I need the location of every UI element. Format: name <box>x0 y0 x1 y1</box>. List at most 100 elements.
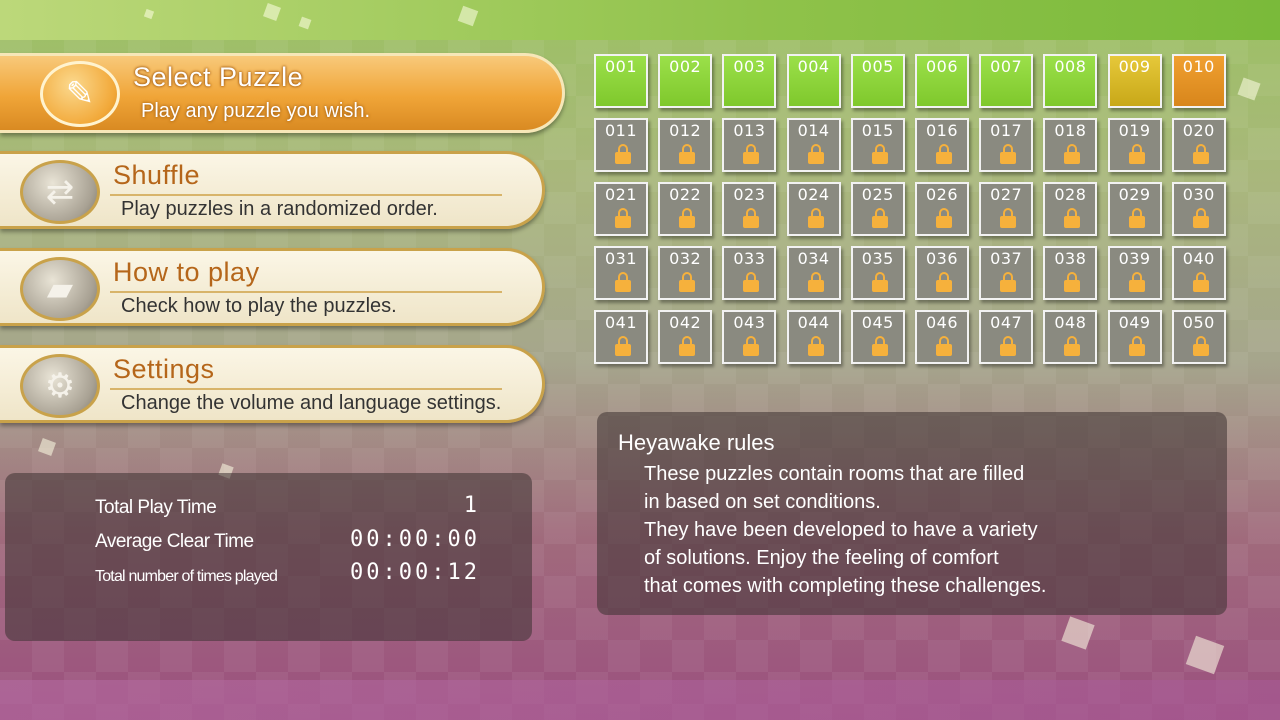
puzzle-number: 002 <box>669 57 702 76</box>
puzzle-tile-012[interactable]: 012 <box>658 118 713 172</box>
puzzle-tile-033[interactable]: 033 <box>722 246 777 300</box>
puzzle-tile-042[interactable]: 042 <box>658 310 713 364</box>
lock-icon <box>679 208 696 228</box>
puzzle-number: 042 <box>669 313 702 332</box>
lock-icon <box>615 336 631 356</box>
lock-icon <box>1128 144 1145 164</box>
lock-icon <box>1064 208 1081 228</box>
puzzle-tile-017[interactable]: 017 <box>979 118 1034 172</box>
top-band <box>0 0 1280 40</box>
puzzle-number: 037 <box>990 249 1023 268</box>
puzzle-tile-029[interactable]: 029 <box>1107 182 1162 236</box>
puzzle-tile-009[interactable]: 009 <box>1107 54 1162 108</box>
puzzle-tile-031[interactable]: 031 <box>594 246 648 300</box>
stat-value: 1 <box>463 493 480 518</box>
puzzle-number: 028 <box>1054 185 1087 204</box>
puzzle-tile-046[interactable]: 046 <box>915 310 969 364</box>
puzzle-tile-028[interactable]: 028 <box>1043 182 1098 236</box>
menu-item-desc: Change the volume and language settings. <box>121 392 502 414</box>
puzzle-tile-006[interactable]: 006 <box>915 54 969 108</box>
lock-icon <box>936 208 952 228</box>
puzzle-tile-011[interactable]: 011 <box>594 118 648 172</box>
puzzle-tile-016[interactable]: 016 <box>915 118 969 172</box>
bottom-band <box>0 680 1280 720</box>
puzzle-tile-022[interactable]: 022 <box>658 182 713 236</box>
lock-icon <box>1000 208 1017 228</box>
puzzle-number: 012 <box>669 121 702 140</box>
puzzle-number: 011 <box>604 121 638 140</box>
puzzle-tile-005[interactable]: 005 <box>850 54 905 108</box>
puzzle-number: 043 <box>733 313 766 332</box>
puzzle-tile-034[interactable]: 034 <box>786 246 841 300</box>
puzzle-tile-024[interactable]: 024 <box>786 182 841 236</box>
stat-label: Total number of times played <box>95 568 278 585</box>
puzzle-tile-048[interactable]: 048 <box>1043 310 1098 364</box>
lock-icon <box>807 208 824 228</box>
lock-icon <box>1064 144 1081 164</box>
puzzle-tile-026[interactable]: 026 <box>915 182 969 236</box>
puzzle-tile-018[interactable]: 018 <box>1043 118 1098 172</box>
puzzle-tile-020[interactable]: 020 <box>1171 118 1226 172</box>
puzzle-tile-040[interactable]: 040 <box>1171 246 1226 300</box>
puzzle-tile-036[interactable]: 036 <box>915 246 969 300</box>
puzzle-tile-003[interactable]: 003 <box>722 54 777 108</box>
puzzle-tile-032[interactable]: 032 <box>658 246 713 300</box>
puzzle-number: 045 <box>861 313 894 332</box>
puzzle-tile-025[interactable]: 025 <box>850 182 905 236</box>
puzzle-number: 020 <box>1182 121 1215 140</box>
puzzle-tile-021[interactable]: 021 <box>594 182 648 236</box>
puzzle-tile-015[interactable]: 015 <box>850 118 905 172</box>
pencil-icon: ✎ <box>40 61 120 127</box>
menu-item-settings[interactable]: ⚙ Settings Change the volume and languag… <box>0 345 545 423</box>
puzzle-tile-041[interactable]: 041 <box>594 310 648 364</box>
puzzle-tile-050[interactable]: 050 <box>1171 310 1226 364</box>
puzzle-tile-008[interactable]: 008 <box>1043 54 1098 108</box>
puzzle-tile-038[interactable]: 038 <box>1043 246 1098 300</box>
puzzle-number: 001 <box>604 57 638 76</box>
rules-line: They have been developed to have a varie… <box>644 519 1038 541</box>
puzzle-number: 031 <box>604 249 638 268</box>
puzzle-tile-039[interactable]: 039 <box>1107 246 1162 300</box>
puzzle-tile-043[interactable]: 043 <box>722 310 777 364</box>
stats-panel: Total Play Time 1 Average Clear Time 00:… <box>5 473 532 641</box>
rules-line: that comes with completing these challen… <box>644 575 1047 597</box>
menu-item-shuffle[interactable]: ⇄ Shuffle Play puzzles in a randomized o… <box>0 151 545 229</box>
puzzle-tile-030[interactable]: 030 <box>1171 182 1226 236</box>
puzzle-tile-004[interactable]: 004 <box>786 54 841 108</box>
lock-icon <box>679 144 696 164</box>
rules-title: Heyawake rules <box>618 430 775 455</box>
puzzle-number: 033 <box>733 249 766 268</box>
puzzle-tile-044[interactable]: 044 <box>786 310 841 364</box>
stat-row-average-clear-time: Average Clear Time 00:00:00 <box>95 527 480 557</box>
puzzle-number: 025 <box>861 185 894 204</box>
puzzle-tile-007[interactable]: 007 <box>979 54 1034 108</box>
puzzle-tile-001[interactable]: 001 <box>594 54 648 108</box>
lock-icon <box>1192 272 1209 292</box>
puzzle-tile-023[interactable]: 023 <box>722 182 777 236</box>
puzzle-number: 013 <box>733 121 766 140</box>
puzzle-tile-035[interactable]: 035 <box>850 246 905 300</box>
lock-icon <box>1192 336 1209 356</box>
lock-icon <box>871 208 888 228</box>
puzzle-tile-014[interactable]: 014 <box>786 118 841 172</box>
menu-item-select-puzzle[interactable]: ✎ Select Puzzle Play any puzzle you wish… <box>0 53 565 133</box>
rules-line: of solutions. Enjoy the feeling of comfo… <box>644 547 999 569</box>
menu-item-how-to-play[interactable]: ▰ How to play Check how to play the puzz… <box>0 248 545 326</box>
lock-icon <box>871 144 888 164</box>
puzzle-tile-019[interactable]: 019 <box>1107 118 1162 172</box>
puzzle-tile-037[interactable]: 037 <box>979 246 1034 300</box>
menu-item-title: How to play <box>113 257 260 287</box>
puzzle-number: 005 <box>861 57 894 76</box>
puzzle-tile-010[interactable]: 010 <box>1171 54 1226 108</box>
puzzle-tile-013[interactable]: 013 <box>722 118 777 172</box>
lock-icon <box>743 272 760 292</box>
puzzle-tile-002[interactable]: 002 <box>658 54 713 108</box>
puzzle-tile-049[interactable]: 049 <box>1107 310 1162 364</box>
puzzle-tile-027[interactable]: 027 <box>979 182 1034 236</box>
puzzle-number: 027 <box>990 185 1023 204</box>
puzzle-number: 004 <box>797 57 830 76</box>
puzzle-number: 019 <box>1118 121 1151 140</box>
lock-icon <box>1000 272 1017 292</box>
puzzle-tile-045[interactable]: 045 <box>850 310 905 364</box>
puzzle-tile-047[interactable]: 047 <box>979 310 1034 364</box>
